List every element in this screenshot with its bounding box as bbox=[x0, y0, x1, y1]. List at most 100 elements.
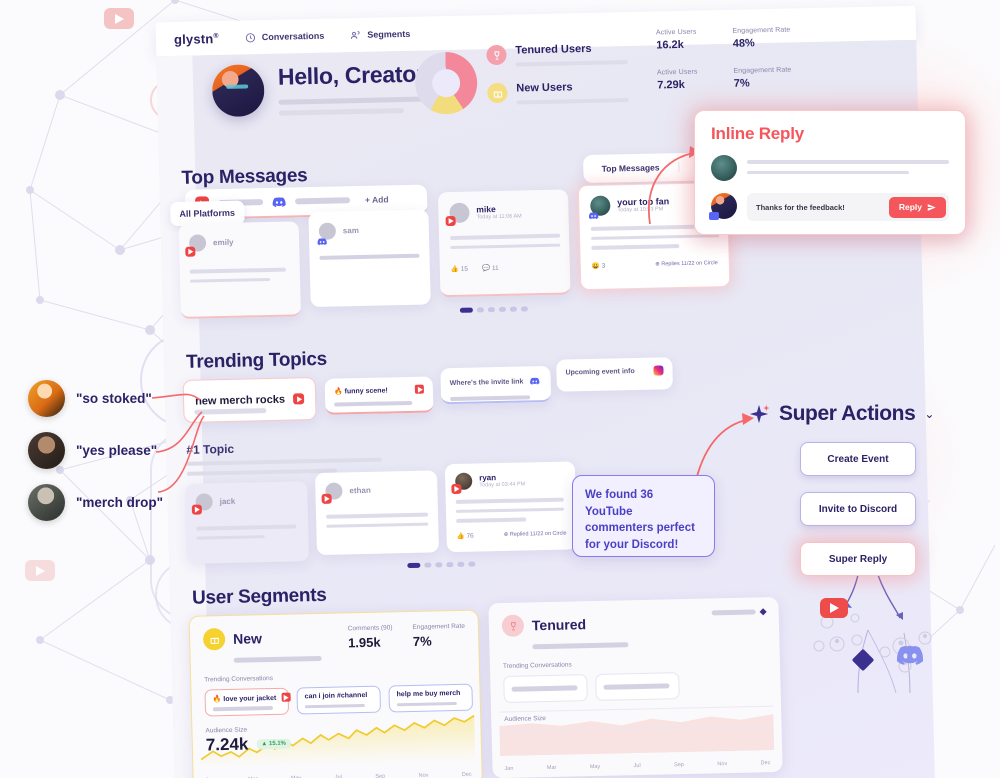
conversation-label: can i join #channel bbox=[304, 692, 368, 701]
carousel-dot[interactable] bbox=[435, 562, 443, 568]
comment-count[interactable]: 💬 11 bbox=[482, 264, 499, 272]
avatar bbox=[28, 380, 65, 417]
topic-card[interactable]: Where's the invite link bbox=[440, 365, 552, 405]
legend-label-new: New Users bbox=[516, 81, 573, 95]
placeholder-bar bbox=[532, 642, 629, 650]
carousel-dot[interactable] bbox=[446, 562, 454, 568]
segment-card-tenured[interactable]: Tenured Trending Conversations Audience … bbox=[488, 596, 783, 778]
kpi-engagement-rate-tenured: Engagement Rate 48% bbox=[732, 27, 790, 50]
inline-reply-card[interactable]: Inline Reply Thanks for the feedback! Re… bbox=[694, 110, 966, 235]
reaction-count[interactable]: 😀 3 bbox=[592, 261, 606, 269]
kpi-stats: Active Users 16.2k Engagement Rate 48% A… bbox=[656, 25, 868, 110]
carousel-dot[interactable] bbox=[520, 306, 528, 312]
inline-reply-message bbox=[711, 155, 949, 181]
placeholder-bar bbox=[278, 96, 439, 105]
conversation-chip[interactable] bbox=[595, 672, 680, 701]
invite-to-discord-button[interactable]: Invite to Discord bbox=[800, 492, 916, 526]
like-count[interactable]: 👍 76 bbox=[457, 531, 474, 539]
conversation-label: help me buy merch bbox=[396, 690, 461, 699]
trophy-icon bbox=[501, 614, 525, 637]
message-author: sam bbox=[342, 226, 359, 236]
reply-button[interactable]: Reply bbox=[888, 196, 946, 218]
placeholder-bar bbox=[515, 60, 628, 67]
fire-emoji-icon: 🔥 bbox=[212, 695, 222, 704]
topic-label: Where's the invite link bbox=[449, 377, 524, 387]
clock-icon bbox=[245, 32, 255, 42]
super-actions-title: Super Actions bbox=[779, 402, 916, 425]
super-reply-button[interactable]: Super Reply bbox=[800, 542, 916, 576]
carousel-dot[interactable] bbox=[476, 307, 484, 313]
super-actions-header[interactable]: Super Actions ⌄ bbox=[748, 402, 934, 426]
carousel-dot[interactable] bbox=[487, 307, 495, 313]
reply-button-label: Reply bbox=[898, 202, 922, 212]
instagram-icon bbox=[653, 365, 664, 376]
carousel-dot[interactable] bbox=[498, 306, 506, 312]
stat-label: Comments (90) bbox=[347, 624, 393, 633]
message-card[interactable]: emily bbox=[178, 221, 302, 319]
stat-value: 7% bbox=[412, 633, 432, 649]
topic-card[interactable]: Upcoming event info bbox=[556, 357, 673, 392]
inline-reply-composer: Thanks for the feedback! Reply bbox=[709, 193, 949, 221]
avatar bbox=[709, 193, 737, 220]
message-timestamp: Today at 10:53 PM bbox=[617, 206, 664, 214]
carousel-dot[interactable] bbox=[457, 561, 465, 567]
placeholder-bar bbox=[511, 685, 578, 692]
youtube-icon bbox=[292, 393, 305, 405]
placeholder-bar bbox=[334, 400, 413, 407]
placeholder-bar bbox=[516, 98, 629, 105]
audience-size-chart-tenured bbox=[499, 705, 775, 757]
conversation-chip[interactable]: 🔥 love your jacket bbox=[204, 687, 291, 717]
discord-icon bbox=[586, 209, 600, 223]
placeholder-bar bbox=[747, 160, 949, 164]
kpi-active-users-tenured: Active Users 16.2k bbox=[656, 29, 697, 52]
app-logo[interactable]: glystn® bbox=[174, 31, 219, 47]
placeholder-bar bbox=[450, 233, 561, 240]
message-author: jack bbox=[219, 496, 236, 507]
create-event-button[interactable]: Create Event bbox=[800, 442, 916, 476]
conversation-chip[interactable]: help me buy merch bbox=[388, 683, 474, 713]
nav-item-conversations[interactable]: Conversations bbox=[245, 30, 325, 43]
month-tick: Sep bbox=[674, 762, 685, 769]
segment-card-new[interactable]: New Comments (90) 1.95k Engagement Rate … bbox=[188, 609, 483, 778]
like-count[interactable]: 👍 15 bbox=[451, 265, 468, 273]
conversation-chip[interactable]: can i join #channel bbox=[296, 685, 382, 715]
kpi-value: 7.29k bbox=[657, 78, 685, 92]
topic-card[interactable]: 🔥 funny scene! bbox=[324, 376, 434, 415]
carousel-dot[interactable] bbox=[468, 561, 476, 567]
sparkle-icon bbox=[759, 608, 767, 616]
super-actions-panel: Super Actions ⌄ Create Event Invite to D… bbox=[748, 402, 934, 576]
topic-message-card[interactable]: ryan Today at 03:44 PM 👍 76 ⊕ Replied 11… bbox=[444, 461, 577, 553]
legend-item-tenured[interactable]: Tenured Users bbox=[486, 42, 647, 67]
month-tick: Mar bbox=[546, 764, 557, 772]
discord-icon[interactable] bbox=[272, 195, 286, 209]
message-card[interactable]: mike Today at 11:06 AM 👍 15 💬 11 bbox=[437, 189, 571, 298]
tab-top-messages[interactable]: Top Messages bbox=[583, 162, 679, 175]
add-platform-button[interactable]: + Add bbox=[365, 194, 389, 205]
topic-card-featured[interactable]: new merch rocks bbox=[182, 377, 317, 423]
conversation-chip[interactable] bbox=[503, 674, 588, 703]
placeholder-bar bbox=[591, 244, 680, 250]
avatar[interactable] bbox=[211, 64, 265, 118]
placeholder-bar bbox=[190, 277, 271, 283]
topic-message-card[interactable]: ethan bbox=[314, 470, 440, 556]
placeholder-bar bbox=[212, 706, 273, 712]
chevron-down-icon[interactable]: ⌄ bbox=[924, 407, 934, 421]
topic-label: Upcoming event info bbox=[565, 367, 635, 377]
discord-badge-icon bbox=[709, 212, 719, 220]
quote-text: "merch drop" bbox=[76, 495, 164, 510]
placeholder-bar bbox=[450, 395, 531, 402]
nav-item-segments[interactable]: Segments bbox=[350, 28, 410, 40]
legend-item-new[interactable]: New Users bbox=[487, 80, 648, 105]
reply-input[interactable]: Thanks for the feedback! Reply bbox=[747, 193, 949, 221]
message-card[interactable]: sam bbox=[308, 209, 431, 308]
youtube-icon bbox=[445, 215, 456, 227]
carousel-dot-active[interactable] bbox=[407, 562, 421, 569]
quote-merch-drop: "merch drop" bbox=[28, 484, 163, 521]
placeholder-bar bbox=[455, 507, 565, 513]
carousel-dot[interactable] bbox=[509, 306, 517, 312]
placeholder-bar bbox=[711, 609, 756, 616]
carousel-dot-active[interactable] bbox=[459, 307, 473, 313]
nav-label-conversations: Conversations bbox=[261, 30, 325, 43]
topic-message-card[interactable]: jack bbox=[185, 481, 310, 564]
carousel-dot[interactable] bbox=[424, 562, 432, 568]
